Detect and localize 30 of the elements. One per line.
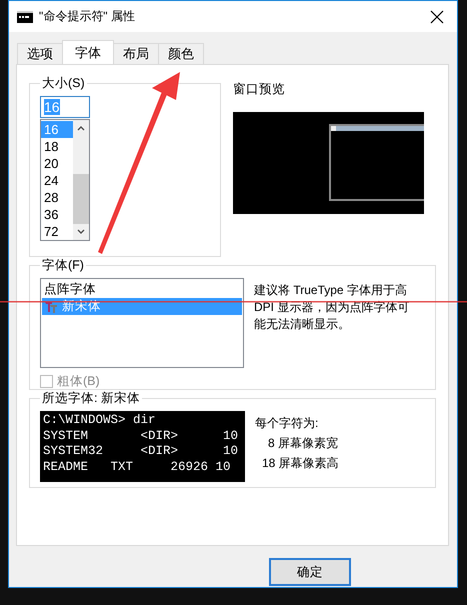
group-label: 大小(S): [41, 75, 86, 92]
list-item[interactable]: 点阵字体: [42, 281, 242, 298]
char-width: 8 屏幕像素宽: [267, 435, 339, 452]
caret-down-icon: [76, 228, 86, 236]
list-item[interactable]: 36: [41, 206, 73, 223]
list-item[interactable]: 20: [41, 155, 73, 172]
window-title: "命令提示符" 属性: [39, 8, 136, 25]
group-label: 所选字体: 新宋体: [41, 390, 141, 407]
ok-button[interactable]: 确定: [269, 558, 351, 586]
group-label: 字体(F): [41, 257, 85, 274]
font-sample: C:\WINDOWS> dir SYSTEM <DIR> 10 SYSTEM32 <DIR> 10 README TXT 26926 10: [40, 411, 245, 482]
preview-label: 窗口预览: [233, 81, 286, 98]
hint-text: 建议将 TrueType 字体用于高 DPI 显示器，因为点阵字体可能无法清晰显示。: [254, 282, 410, 333]
close-icon: [430, 10, 444, 24]
char-height: 18 屏幕像素高: [261, 455, 339, 472]
info-label: 每个字符为:: [255, 415, 320, 432]
scrollbar[interactable]: [73, 120, 89, 240]
scrollbar-thumb[interactable]: [73, 174, 89, 224]
list-item[interactable]: 72: [41, 223, 73, 240]
truetype-icon: [44, 300, 58, 314]
list-item[interactable]: 24: [41, 172, 73, 189]
list-item[interactable]: 28: [41, 189, 73, 206]
tab[interactable]: 选项: [17, 43, 63, 64]
size-list[interactable]: 16 18 20 24 28 36 72: [40, 119, 90, 241]
font-list[interactable]: 点阵字体 新宋体: [40, 278, 244, 368]
console-icon: [17, 10, 33, 22]
caret-up-icon: [76, 124, 86, 132]
list-item[interactable]: 18: [41, 138, 73, 155]
tab[interactable]: 颜色: [158, 43, 204, 64]
tab[interactable]: 字体: [62, 40, 114, 64]
